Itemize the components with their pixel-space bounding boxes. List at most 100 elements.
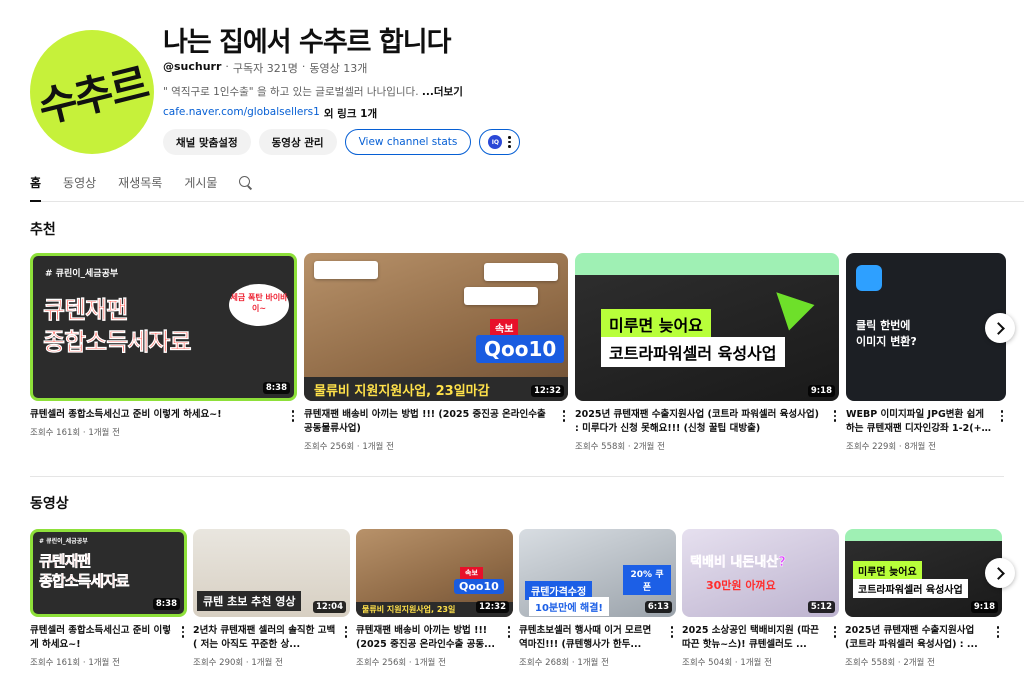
view-count: 조회수 229회 (846, 442, 897, 452)
more-link[interactable]: ...더보기 (422, 86, 463, 98)
video-title[interactable]: 큐텐셀러 종합소득세신고 준비 이렇게 하세요~! (30, 408, 297, 422)
thumb-text: 미루면 늦어요 (601, 309, 711, 339)
video-more-icon[interactable] (505, 624, 514, 640)
upload-age: 1개월 전 (88, 428, 120, 438)
channel-avatar[interactable]: 수추르 (30, 30, 154, 154)
video-card[interactable]: 속보 Qoo10 물류비 지원지원사업, 23일 12:32 큐텐재팬 배송비 … (356, 529, 513, 668)
upload-age: 1개월 전 (251, 658, 283, 668)
video-title[interactable]: 큐텐재팬 배송비 아끼는 방법 !!! (2025 중진공 온라인수출 공동물류… (304, 408, 568, 436)
view-channel-stats-button[interactable]: View channel stats (344, 129, 472, 155)
video-duration: 9:18 (970, 601, 998, 613)
tab-home[interactable]: 홈 (30, 168, 42, 202)
video-count: 동영상 13개 (309, 62, 368, 75)
video-thumbnail[interactable]: 큐텐 초보 추천 영상 12:04 (193, 529, 350, 617)
channel-links: cafe.naver.com/globalsellers1 외 링크 1개 (163, 106, 377, 121)
channel-tabs: 홈 동영상 재생목록 게시물 (30, 168, 1024, 202)
upload-age: 2개월 전 (633, 442, 665, 452)
video-card[interactable]: 속보 Qoo10 물류비 지원지원사업, 23일마감 12:32 큐텐재팬 배송… (304, 253, 568, 452)
view-count: 조회수 504회 (682, 658, 733, 668)
video-more-icon[interactable] (994, 624, 1003, 640)
thumb-text: # 큐린이_세금공부 (39, 538, 88, 545)
channel-actions: 채널 맞춤설정 동영상 관리 View channel stats IQ (163, 129, 520, 155)
search-icon[interactable] (239, 176, 253, 190)
upload-age: 1개월 전 (88, 658, 120, 668)
carousel-next-button[interactable] (985, 313, 1015, 343)
tab-playlists[interactable]: 재생목록 (118, 168, 162, 201)
video-thumbnail[interactable]: 미루면 늦어요 코트라파워셀러 육성사업 9:18 (575, 253, 839, 401)
video-card[interactable]: # 큐린이_세금공부 큐텐재팬 종합소득세자료 8:38 큐텐셀러 종합소득세신… (30, 529, 187, 668)
video-more-icon[interactable] (289, 408, 298, 424)
view-count: 조회수 268회 (519, 658, 570, 668)
thumb-text: 10분만에 해결! (529, 597, 609, 616)
tab-posts[interactable]: 게시물 (184, 168, 217, 201)
video-thumbnail[interactable]: 속보 Qoo10 물류비 지원지원사업, 23일 12:32 (356, 529, 513, 617)
video-title[interactable]: 큐텐재팬 배송비 아끼는 방법 !!! (2025 중진공 온라인수출 공동..… (356, 624, 513, 652)
section-title-videos: 동영상 (30, 496, 69, 512)
channel-meta: @suchurr · 구독자 321명 · 동영상 13개 (163, 60, 367, 76)
video-more-icon[interactable] (560, 408, 569, 424)
video-card[interactable]: # 큐린이_세금공부 큐텐재팬 종합소득세자료 세금 폭탄 바이바이~ 8:38… (30, 253, 297, 452)
video-card[interactable]: 택배비 내돈내산? 30만원 아껴요 5:12 2025 소상공인 택배비지원 … (682, 529, 839, 668)
video-duration: 6:13 (644, 601, 672, 613)
qoo10-logo: Qoo10 (476, 335, 565, 363)
video-thumbnail[interactable]: 클릭 한번에 이미지 변환? (846, 253, 1006, 401)
video-duration: 8:38 (262, 382, 290, 394)
app-logo-icon (856, 265, 882, 291)
video-card[interactable]: 미루면 늦어요 코트라파워셀러 육성사업 9:18 2025년 큐텐재팬 수출지… (845, 529, 1002, 668)
video-meta: 조회수 256회 · 1개월 전 (304, 442, 394, 452)
iq-extension-button[interactable]: IQ (479, 129, 520, 155)
video-thumbnail[interactable]: # 큐린이_세금공부 큐텐재팬 종합소득세자료 세금 폭탄 바이바이~ 8:38 (30, 253, 297, 401)
video-duration: 5:12 (807, 601, 835, 613)
video-card[interactable]: 큐텐 초보 추천 영상 12:04 2년차 큐텐재팬 셀러의 솔직한 고백 ( … (193, 529, 350, 668)
thumb-banner: 물류비 지원지원사업, 23일마감 (304, 377, 568, 401)
video-title[interactable]: WEBP 이미지파일 JPG변환 쉽게하는 큐텐재팬 디자인강좌 1-2(+꿀팁… (846, 408, 1006, 436)
video-title[interactable]: 큐텐셀러 종합소득세신고 준비 이렇게 하세요~! (30, 624, 187, 652)
video-more-icon[interactable] (831, 408, 840, 424)
video-title[interactable]: 2025 소상공인 택배비지원 (따끈따끈 핫뉴~스)! 큐텐셀러도 ... (682, 624, 839, 652)
view-count: 조회수 256회 (356, 658, 407, 668)
view-count: 조회수 290회 (193, 658, 244, 668)
video-more-icon[interactable] (342, 624, 351, 640)
channel-handle: @suchurr (163, 60, 222, 73)
thumb-badge: 속보 (460, 567, 483, 579)
video-more-icon[interactable] (998, 408, 1007, 424)
video-thumbnail[interactable]: # 큐린이_세금공부 큐텐재팬 종합소득세자료 8:38 (30, 529, 187, 617)
video-title[interactable]: 2025년 큐텐재팬 수출지원사업 (코트라 파워셀러 육성사업) : ... (845, 624, 1002, 652)
video-thumbnail[interactable]: 20% 쿠폰 큐텐가격수정 10분만에 해결! 6:13 (519, 529, 676, 617)
view-count: 조회수 558회 (575, 442, 626, 452)
video-card[interactable]: 20% 쿠폰 큐텐가격수정 10분만에 해결! 6:13 큐텐초보셀러 행사때 … (519, 529, 676, 668)
video-thumbnail[interactable]: 속보 Qoo10 물류비 지원지원사업, 23일마감 12:32 (304, 253, 568, 401)
carousel-next-button[interactable] (985, 558, 1015, 588)
thumb-text: 코트라파워셀러 육성사업 (853, 579, 968, 598)
iq-icon: IQ (488, 135, 503, 149)
meta-separator: · (301, 60, 306, 73)
tab-videos[interactable]: 동영상 (63, 168, 96, 201)
video-more-icon[interactable] (668, 624, 677, 640)
video-more-icon[interactable] (179, 624, 188, 640)
video-meta: 조회수 268회 · 1개월 전 (519, 658, 609, 668)
arrow-icon (763, 279, 815, 331)
thumb-text: 30만원 아껴요 (706, 579, 776, 592)
featured-row: # 큐린이_세금공부 큐텐재팬 종합소득세자료 세금 폭탄 바이바이~ 8:38… (30, 253, 1006, 452)
video-title[interactable]: 2025년 큐텐재팬 수출지원사업 (코트라 파워셀러 육성사업) : 미루다가… (575, 408, 839, 436)
channel-description[interactable]: " 역직구로 1인수출" 을 하고 있는 글로벌셀러 나나입니다. ...더보기 (163, 84, 463, 99)
video-title[interactable]: 2년차 큐텐재팬 셀러의 솔직한 고백 ( 저는 아직도 꾸준한 상... (193, 624, 350, 652)
more-links[interactable]: 외 링크 1개 (324, 106, 377, 121)
video-more-icon[interactable] (831, 624, 840, 640)
thumb-note (314, 261, 378, 279)
video-title[interactable]: 큐텐초보셀러 행사때 이거 모르면 역마진!!! (큐텐행사가 한두... (519, 624, 676, 652)
upload-age: 1개월 전 (577, 658, 609, 668)
manage-videos-button[interactable]: 동영상 관리 (258, 129, 337, 155)
thumb-badge: 속보 (490, 319, 519, 336)
customize-channel-button[interactable]: 채널 맞춤설정 (163, 129, 251, 155)
video-meta: 조회수 161회 · 1개월 전 (30, 658, 120, 668)
video-card[interactable]: 클릭 한번에 이미지 변환? WEBP 이미지파일 JPG변환 쉽게하는 큐텐재… (846, 253, 1006, 452)
video-thumbnail[interactable]: 미루면 늦어요 코트라파워셀러 육성사업 9:18 (845, 529, 1002, 617)
videos-row: # 큐린이_세금공부 큐텐재팬 종합소득세자료 8:38 큐텐셀러 종합소득세신… (30, 529, 1002, 668)
channel-title: 나는 집에서 수추르 합니다 (163, 27, 451, 58)
video-thumbnail[interactable]: 택배비 내돈내산? 30만원 아껴요 5:12 (682, 529, 839, 617)
channel-link-url[interactable]: cafe.naver.com/globalsellers1 (163, 106, 320, 121)
video-duration: 12:32 (530, 385, 564, 397)
video-card[interactable]: 미루면 늦어요 코트라파워셀러 육성사업 9:18 2025년 큐텐재팬 수출지… (575, 253, 839, 452)
subscriber-count: 구독자 321명 (232, 62, 298, 75)
